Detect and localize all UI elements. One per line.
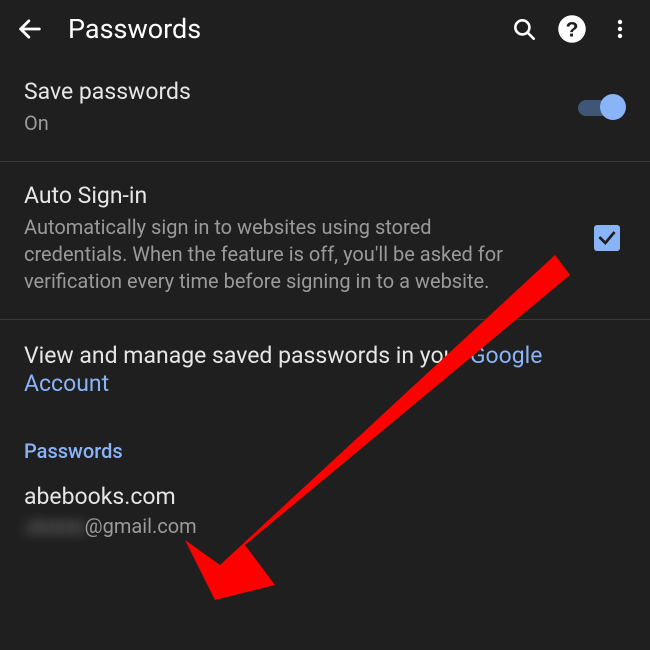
page-title: Passwords bbox=[68, 13, 500, 45]
username-masked-part: Jxxxxx bbox=[24, 514, 85, 538]
save-passwords-toggle[interactable] bbox=[578, 95, 622, 119]
saved-password-site: abebooks.com bbox=[24, 483, 626, 510]
passwords-section-header: Passwords bbox=[0, 421, 650, 469]
auto-signin-description: Automatically sign in to websites using … bbox=[24, 214, 534, 295]
auto-signin-checkbox[interactable] bbox=[594, 225, 620, 251]
manage-passwords-text: View and manage saved passwords in your bbox=[24, 342, 470, 369]
passwords-settings-screen: Passwords ? Save passwords On bbox=[0, 0, 650, 650]
auto-signin-row[interactable]: Auto Sign-in Automatically sign in to we… bbox=[0, 162, 650, 319]
search-icon bbox=[511, 16, 537, 42]
help-icon: ? bbox=[557, 14, 587, 44]
app-bar: Passwords ? bbox=[0, 0, 650, 58]
search-button[interactable] bbox=[500, 5, 548, 53]
save-passwords-row[interactable]: Save passwords On bbox=[0, 58, 650, 161]
back-button[interactable] bbox=[6, 5, 54, 53]
save-passwords-title: Save passwords bbox=[24, 78, 578, 107]
arrow-left-icon bbox=[16, 15, 44, 43]
username-domain-part: @gmail.com bbox=[85, 514, 197, 538]
saved-password-username: Jxxxxx@gmail.com bbox=[24, 514, 626, 538]
manage-passwords-row[interactable]: View and manage saved passwords in your … bbox=[0, 320, 650, 422]
overflow-menu-button[interactable] bbox=[596, 5, 644, 53]
more-vert-icon bbox=[608, 17, 632, 41]
check-icon bbox=[597, 228, 617, 248]
auto-signin-title: Auto Sign-in bbox=[24, 182, 580, 211]
svg-text:?: ? bbox=[566, 18, 579, 42]
help-button[interactable]: ? bbox=[548, 5, 596, 53]
save-passwords-status: On bbox=[24, 110, 534, 137]
saved-password-item[interactable]: abebooks.com Jxxxxx@gmail.com bbox=[0, 469, 650, 558]
